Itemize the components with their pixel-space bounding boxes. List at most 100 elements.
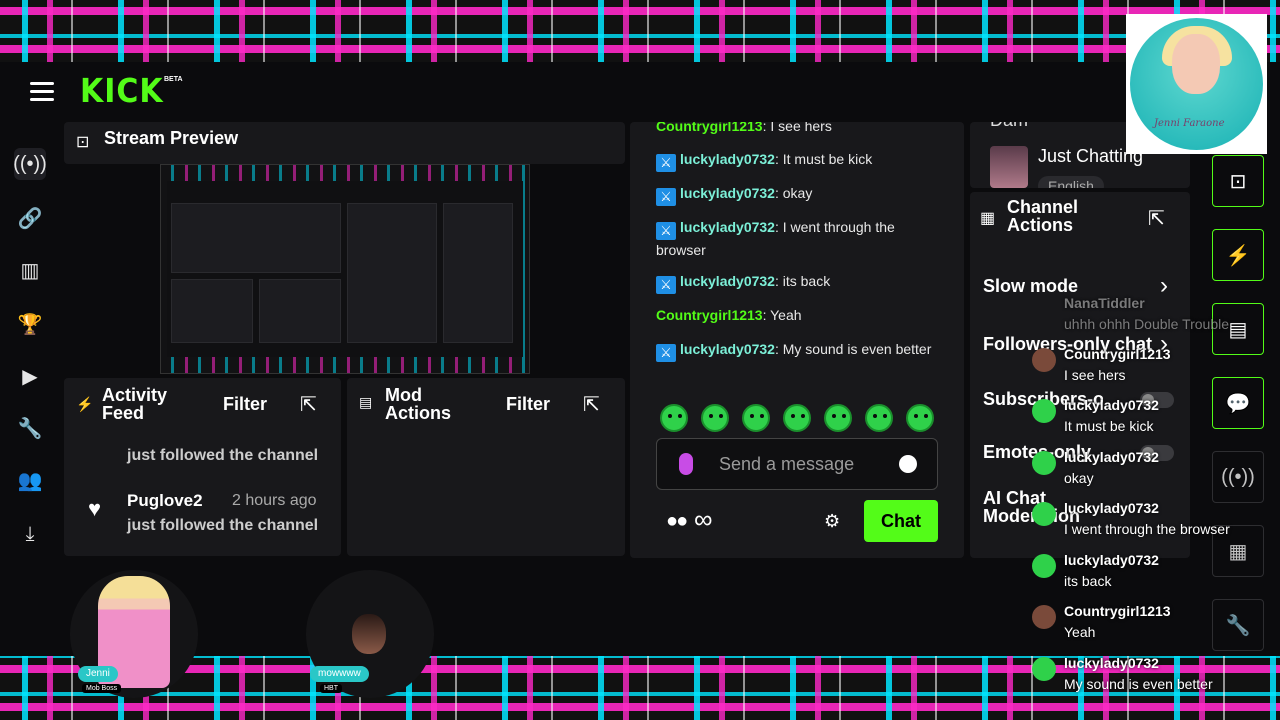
overlay-avatar xyxy=(1032,451,1056,475)
chat-username[interactable]: luckylady0732 xyxy=(680,219,775,235)
activity-item-text: just followed the channel xyxy=(127,517,319,534)
preview-block xyxy=(443,203,513,343)
emote-icon[interactable] xyxy=(865,404,893,432)
emote-icon[interactable] xyxy=(783,404,811,432)
microphone-icon[interactable] xyxy=(679,453,693,475)
jenni-avatar-cam: Jenni Mob Boss xyxy=(70,570,198,698)
chat-username[interactable]: Countrygirl1213 xyxy=(656,307,763,323)
chat-message: Countrygirl1213: I see hers xyxy=(656,122,936,137)
preview-block xyxy=(171,279,253,343)
popout-icon[interactable]: ⇱ xyxy=(583,392,600,417)
overlay-chat-text: I see hers xyxy=(1064,367,1126,383)
moderator-badge-icon: ⚔ xyxy=(656,188,676,206)
overlay-chat-message: Countrygirl1213 Yeah xyxy=(1032,603,1272,643)
chat-message-input[interactable]: Send a message xyxy=(656,438,938,490)
language-tag: English xyxy=(1038,176,1104,188)
chat-message: ⚔ luckylady0732: It must be kick xyxy=(656,149,936,172)
stream-preview-panel: ⊡ Stream Preview xyxy=(64,122,625,164)
document-icon: ▤ xyxy=(359,394,373,410)
infinity-icon[interactable]: ∞ xyxy=(694,504,713,535)
mod-actions-title: Mod Actions xyxy=(385,385,452,423)
lightning-icon[interactable]: ⚡ xyxy=(1212,229,1264,281)
overlay-avatar xyxy=(1032,657,1056,681)
mod-actions-panel: ▤ Mod Actions Filter ⇱ xyxy=(347,378,625,556)
left-nav: ((•)) 🔗 ▥ 🏆 ▶ 🔧 👥 ⤓ xyxy=(0,130,58,560)
trophy-icon[interactable]: 🏆 xyxy=(14,308,46,340)
moderator-badge-icon: ⚔ xyxy=(656,344,676,362)
video-icon[interactable]: ▶ xyxy=(14,360,46,392)
overlay-chat-message: Countrygirl1213 I see hers xyxy=(1032,346,1272,386)
chat-text: : Yeah xyxy=(762,307,802,323)
stream-preview-image[interactable] xyxy=(160,164,530,374)
preview-block xyxy=(171,203,341,273)
chat-username[interactable]: luckylady0732 xyxy=(680,185,775,201)
preview-thumbnail xyxy=(167,181,523,357)
emote-icon[interactable] xyxy=(906,404,934,432)
analytics-icon[interactable]: ▥ xyxy=(14,254,46,286)
activity-item-time: 2 hours ago xyxy=(232,492,317,509)
send-chat-button[interactable]: Chat xyxy=(864,500,938,542)
overlay-chat-message: luckylady0732 okay xyxy=(1032,449,1272,489)
overlay-chat-text: I went through the browser xyxy=(1064,521,1230,537)
chat-username[interactable]: luckylady0732 xyxy=(680,273,775,289)
overlay-chat-username: Countrygirl1213 xyxy=(1064,346,1171,362)
chat-message: ⚔ luckylady0732: its back xyxy=(656,271,936,294)
chat-options-icon[interactable]: ●● xyxy=(666,510,688,533)
activity-item-username[interactable]: Puglove2 xyxy=(127,491,203,511)
emoji-picker-icon[interactable] xyxy=(899,455,917,473)
overlay-chat-message: luckylady0732 My sound is even better xyxy=(1032,655,1272,695)
stream-preview-toggle-icon[interactable]: ⊡ xyxy=(1212,155,1264,207)
overlay-chat-message: luckylady0732 its back xyxy=(1032,552,1272,592)
live-icon[interactable]: ((•)) xyxy=(13,148,47,180)
emote-bar xyxy=(660,404,934,438)
heart-icon: ♥ xyxy=(88,496,102,521)
moderator-badge-icon: ⚔ xyxy=(656,154,676,172)
users-icon[interactable]: 👥 xyxy=(14,464,46,496)
gear-icon[interactable]: ⚙ xyxy=(824,511,840,532)
chat-message: Countrygirl1213: Yeah xyxy=(656,305,936,326)
overlay-chat-username: luckylady0732 xyxy=(1064,449,1159,465)
activity-item-text: just followed the channel xyxy=(127,447,319,464)
popout-icon[interactable]: ⇱ xyxy=(1148,206,1165,231)
cam-sub-label: Mob Boss xyxy=(82,684,122,693)
download-icon[interactable]: ⤓ xyxy=(14,518,46,550)
chat-message: ⚔ luckylady0732: I went through the brows… xyxy=(656,217,936,261)
chat-text: : its back xyxy=(774,273,831,289)
overlay-chat-message: luckylady0732 It must be kick xyxy=(1032,397,1272,437)
overlay-chat-username: luckylady0732 xyxy=(1064,655,1159,671)
popout-icon[interactable]: ⇱ xyxy=(300,392,317,417)
overlay-chat-text: Yeah xyxy=(1064,624,1096,640)
chat-text: : I see hers xyxy=(762,122,832,134)
preview-icon: ⊡ xyxy=(76,134,90,151)
activity-filter-button[interactable]: Filter xyxy=(223,394,267,415)
chat-text: : It must be kick xyxy=(774,151,873,167)
chat-username[interactable]: Countrygirl1213 xyxy=(656,122,763,134)
link-icon[interactable]: 🔗 xyxy=(14,202,46,234)
mod-filter-button[interactable]: Filter xyxy=(506,394,550,415)
category-thumbnail[interactable] xyxy=(990,146,1028,188)
chat-username[interactable]: luckylady0732 xyxy=(680,151,775,167)
streamer-logo-overlay: Jenni Faraone xyxy=(1126,14,1267,154)
emote-icon[interactable] xyxy=(824,404,852,432)
overlay-avatar xyxy=(1032,554,1056,578)
emote-icon[interactable] xyxy=(660,404,688,432)
chat-panel: Countrygirl1213: I see hers ⚔ luckylady07… xyxy=(630,122,964,558)
chat-message: ⚔ luckylady0732: okay xyxy=(656,183,936,206)
chat-input-placeholder: Send a message xyxy=(719,454,855,474)
overlay-chat-text: its back xyxy=(1064,573,1112,589)
activity-feed-panel: ⚡ Activity Feed Filter ⇱ just followed t… xyxy=(64,378,341,556)
cam-name-label: mowwww xyxy=(310,666,369,682)
overlay-chat-text: My sound is even better xyxy=(1064,676,1213,692)
overlay-avatar xyxy=(1032,502,1056,526)
chat-username[interactable]: luckylady0732 xyxy=(680,341,775,357)
overlay-chat-text: It must be kick xyxy=(1064,418,1154,434)
logo-face xyxy=(1172,34,1220,94)
top-bar: KICK BETA xyxy=(0,62,1280,122)
hamburger-menu-icon[interactable] xyxy=(30,82,54,102)
slow-mode-row[interactable]: Slow mode xyxy=(983,276,1078,297)
wrench-icon[interactable]: 🔧 xyxy=(14,412,46,444)
emote-icon[interactable] xyxy=(742,404,770,432)
overlay-avatar xyxy=(1032,605,1056,629)
emote-icon[interactable] xyxy=(701,404,729,432)
kick-logo[interactable]: KICK xyxy=(80,72,164,111)
